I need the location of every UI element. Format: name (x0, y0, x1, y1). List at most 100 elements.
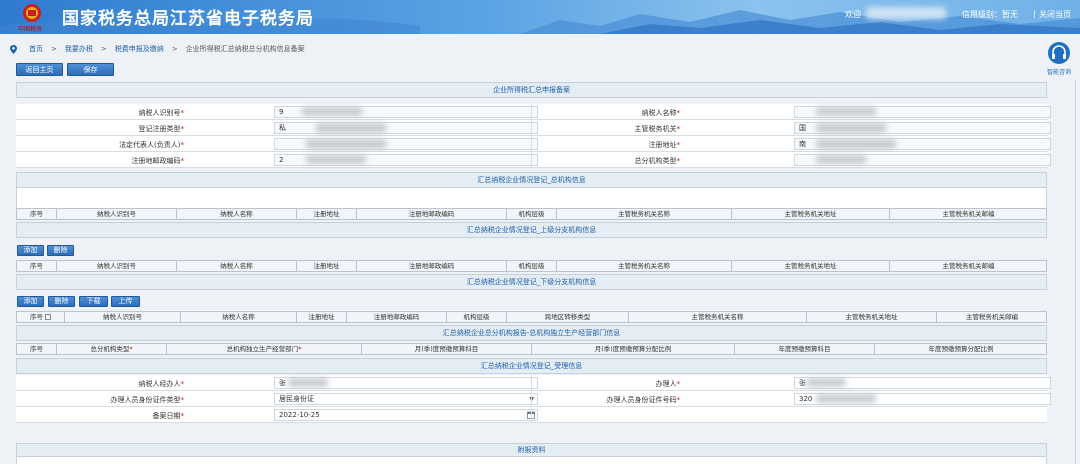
col-header: 跨地区转移类型 (507, 312, 629, 323)
col-header: 注册地址 (297, 209, 357, 220)
id-type-select[interactable]: 居民身份证▼ (274, 393, 538, 405)
section-title-attachments: 附报资料 (16, 443, 1047, 457)
tax-emblem-icon (23, 4, 41, 22)
handler-label: 办理人* (655, 380, 681, 388)
divider (531, 120, 532, 136)
col-header: 纳税人识别号 (57, 209, 177, 220)
accept-row-1: 纳税人经办人* 张 办理人* 张 (16, 375, 1051, 391)
postal-code-label: 注册地邮政编码* (131, 157, 185, 165)
redacted-value (306, 155, 366, 164)
section-title-accept-info: 汇总纳税企业情况登记_受理信息 (16, 358, 1047, 374)
id-type-label: 办理人员身份证件类型* (110, 396, 185, 404)
welcome-text: 欢迎 (845, 10, 861, 19)
redacted-value (316, 123, 386, 133)
accept-row-3: 备案日期* 2022-10-25 (16, 407, 1047, 423)
col-header: 主管税务机关名称 (557, 209, 732, 220)
divider (531, 136, 532, 152)
col-header: 序号 (17, 209, 57, 220)
col-header: 纳税人识别号 (57, 261, 177, 272)
upper-delete-button[interactable]: 删除 (47, 245, 74, 256)
col-header: 主管税务机关名称 (629, 312, 807, 323)
select-all-checkbox[interactable] (45, 314, 52, 320)
section-title-summary-filing: 企业所得税汇总申报备案 (16, 82, 1047, 98)
site-header: 中国税务 国家税务总局江苏省电子税务局 欢迎 信用级别：暂无 | 关闭当页 (0, 0, 1080, 34)
col-header: 注册地址 (297, 312, 347, 323)
smart-consult-widget[interactable]: 智能咨询 (1041, 42, 1077, 78)
accept-row-2: 办理人员身份证件类型* 居民身份证▼ 办理人员身份证件号码* 320 (16, 391, 1051, 407)
reg-type-field: 私 (274, 122, 538, 134)
col-header: 主管税务机关邮编 (966, 313, 1018, 321)
col-header: 机构层级 (507, 209, 557, 220)
header-separator: | (1033, 9, 1036, 18)
col-header: 序号 (17, 344, 57, 355)
col-header: 月(季)度预缴预算分配比例 (532, 344, 735, 355)
col-header: 机构层级 (507, 261, 557, 272)
divider (531, 152, 532, 168)
reg-address-label: 注册地址* (648, 141, 681, 149)
col-header: 纳税人名称 (177, 261, 297, 272)
hq-spacer (16, 188, 1047, 208)
smart-consult-label: 智能咨询 (1046, 69, 1071, 76)
filing-date-field[interactable]: 2022-10-25 (274, 409, 538, 421)
redacted-value (816, 155, 866, 164)
filing-date-label: 备案日期* (152, 412, 185, 420)
col-header: 主管税务机关地址 (732, 209, 890, 220)
lower-table-header: 序号 纳税人识别号 纳税人名称 注册地址 注册地邮政编码 机构层级 跨地区转移类… (16, 311, 1047, 323)
col-header: 纳税人名称 (177, 209, 297, 220)
close-page-link[interactable]: 关闭当页 (1039, 9, 1071, 20)
breadcrumb-tax-handling[interactable]: 我要办税 (65, 44, 93, 54)
divider (531, 375, 532, 391)
col-header: 年度预缴预算分配比例 (928, 345, 994, 353)
breadcrumb-current: 企业所得税汇总纳税总分机构信息备案 (185, 45, 305, 53)
divider (531, 407, 532, 423)
col-header: 机构层级 (447, 312, 507, 323)
redacted-value (816, 123, 886, 133)
back-home-button[interactable]: 返回主页 (16, 63, 63, 76)
section-title-dept-info: 汇总纳税企业总分机构报告-总机构独立生产经营部门信息 (16, 325, 1047, 341)
form-row-4: 注册地邮政编码* 2 总分机构类型* (16, 152, 1051, 168)
col-header-select: 序号 (17, 312, 65, 323)
redacted-value (806, 378, 846, 387)
lower-delete-button[interactable]: 删除 (48, 296, 75, 307)
lower-upload-button[interactable]: 上传 (111, 296, 140, 307)
col-header: 总机构独立生产经营部门* (167, 344, 362, 355)
breadcrumb-sep: > (51, 45, 57, 53)
tax-office-label: 主管税务机关* (634, 125, 681, 133)
id-no-label: 办理人员身份证件号码* (606, 396, 681, 404)
section-title-hq-info: 汇总纳税企业情况登记_总机构信息 (16, 172, 1047, 188)
col-header: 年度预缴预算科目 (735, 344, 875, 355)
breadcrumb-home[interactable]: 首页 (29, 44, 43, 54)
location-pin-icon (10, 44, 17, 54)
col-header: 主管税务机关邮编 (942, 262, 995, 270)
lower-download-button[interactable]: 下载 (79, 296, 108, 307)
emblem-text: 中国税务 (18, 26, 43, 33)
dept-table-header: 序号 总分机构类型* 总机构独立生产经营部门* 月(季)度预缴预算科目 月(季)… (16, 343, 1047, 355)
upper-add-button[interactable]: 添加 (17, 245, 44, 256)
col-header: 主管税务机关地址 (732, 261, 890, 272)
section-title-lower-branch: 汇总纳税企业情况登记_下级分支机构信息 (16, 274, 1047, 290)
redacted-value (306, 139, 386, 149)
taxpayer-name-label: 纳税人名称* (641, 109, 681, 117)
col-header: 总分机构类型* (57, 344, 167, 355)
breadcrumb-sep: > (171, 45, 178, 53)
redacted-value (288, 378, 328, 387)
breadcrumb: 首页 > 我要办税 > 税费申报及缴纳 > 企业所得税汇总纳税总分机构信息备案 (10, 42, 313, 56)
col-header: 主管税务机关地址 (807, 312, 937, 323)
form-row-1: 纳税人识别号* 9 纳税人名称* (16, 104, 1051, 120)
form-row-3: 法定代表人(负责人)* 注册地址* 南 (16, 136, 1051, 152)
breadcrumb-sep: > (100, 45, 107, 53)
agent-label: 纳税人经办人* (138, 380, 185, 388)
branch-type-label: 总分机构类型* (634, 157, 681, 165)
lower-add-button[interactable]: 添加 (17, 296, 44, 307)
legal-rep-label: 法定代表人(负责人)* (119, 141, 184, 149)
headset-icon (1048, 42, 1070, 64)
col-header: 主管税务机关邮编 (942, 210, 995, 218)
taxpayer-id-label: 纳税人识别号* (138, 109, 185, 117)
save-button[interactable]: 保存 (67, 63, 114, 76)
redacted-value (302, 107, 362, 116)
col-header: 注册地邮政编码 (357, 261, 507, 272)
redacted-value (816, 107, 876, 116)
col-header: 注册地址 (297, 261, 357, 272)
breadcrumb-declare-pay[interactable]: 税费申报及缴纳 (115, 44, 164, 54)
col-header: 纳税人识别号 (65, 312, 181, 323)
